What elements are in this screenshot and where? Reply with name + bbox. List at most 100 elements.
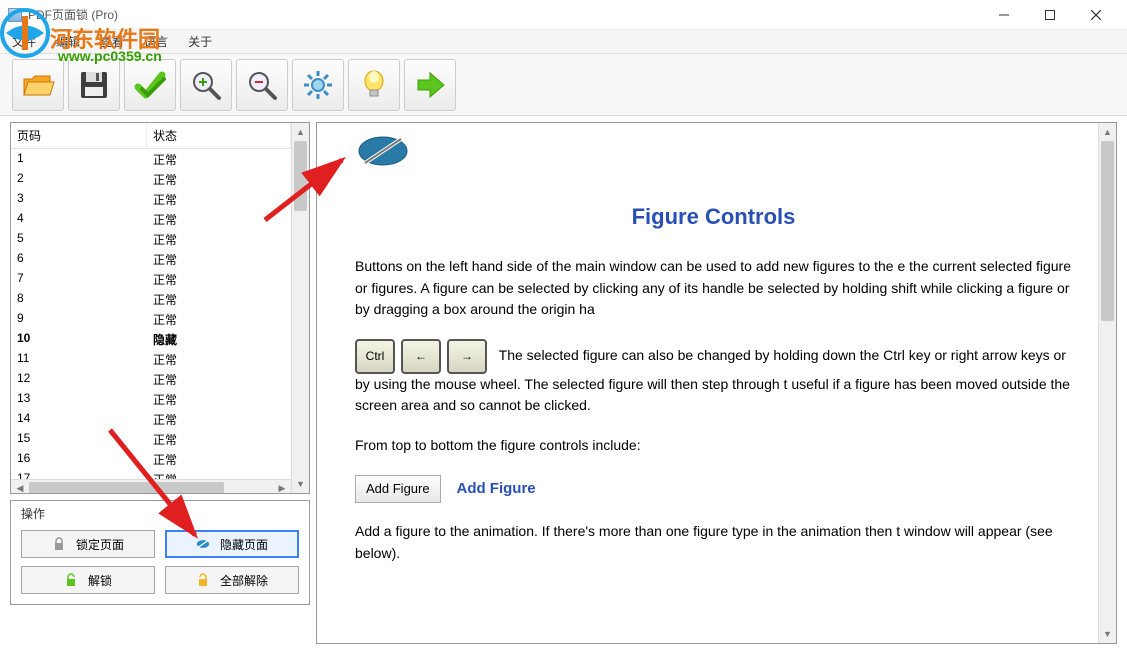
table-row[interactable]: 4正常 bbox=[11, 209, 291, 229]
close-button[interactable] bbox=[1073, 0, 1119, 30]
operations-title: 操作 bbox=[21, 505, 299, 522]
cell-page: 14 bbox=[11, 409, 147, 429]
left-arrow-key-icon: ← bbox=[401, 339, 441, 374]
hide-page-button[interactable]: 隐藏页面 bbox=[165, 530, 299, 558]
save-button[interactable] bbox=[68, 59, 120, 111]
hscroll-thumb[interactable] bbox=[29, 482, 224, 493]
apply-button[interactable] bbox=[124, 59, 176, 111]
cell-status: 正常 bbox=[147, 409, 291, 429]
table-row[interactable]: 10隐藏 bbox=[11, 329, 291, 349]
right-arrow-key-icon: → bbox=[447, 339, 487, 374]
horizontal-scrollbar[interactable]: ◀ ▶ bbox=[11, 479, 291, 493]
table-row[interactable]: 11正常 bbox=[11, 349, 291, 369]
content-para-1: Buttons on the left hand side of the mai… bbox=[355, 256, 1072, 321]
zoom-in-button[interactable] bbox=[180, 59, 232, 111]
unlock-label: 解锁 bbox=[88, 572, 112, 589]
menu-edit[interactable]: 编辑 bbox=[56, 33, 80, 50]
table-row[interactable]: 15正常 bbox=[11, 429, 291, 449]
cell-status: 正常 bbox=[147, 429, 291, 449]
document-content[interactable]: Figure Controls Buttons on the left hand… bbox=[317, 123, 1098, 643]
toolbar bbox=[0, 54, 1127, 116]
cell-status: 正常 bbox=[147, 209, 291, 229]
title-bar: PDF页面锁 (Pro) bbox=[0, 0, 1127, 30]
vscroll-thumb[interactable] bbox=[294, 141, 307, 211]
cell-page: 12 bbox=[11, 369, 147, 389]
page-list-panel: 页码 状态 1正常2正常3正常4正常5正常6正常7正常8正常9正常10隐藏11正… bbox=[10, 122, 310, 494]
cell-page: 2 bbox=[11, 169, 147, 189]
cell-status: 正常 bbox=[147, 389, 291, 409]
table-row[interactable]: 9正常 bbox=[11, 309, 291, 329]
eye-slash-icon bbox=[196, 537, 210, 551]
preview-scroll-up-icon[interactable]: ▲ bbox=[1099, 123, 1116, 141]
scroll-right-icon[interactable]: ▶ bbox=[273, 480, 291, 493]
page-list-body[interactable]: 1正常2正常3正常4正常5正常6正常7正常8正常9正常10隐藏11正常12正常1… bbox=[11, 149, 291, 479]
unlock-icon bbox=[64, 573, 78, 587]
open-file-button[interactable] bbox=[12, 59, 64, 111]
content-heading: Figure Controls bbox=[355, 204, 1072, 230]
table-row[interactable]: 7正常 bbox=[11, 269, 291, 289]
preview-vscroll-thumb[interactable] bbox=[1101, 141, 1114, 321]
lock-icon bbox=[52, 537, 66, 551]
table-row[interactable]: 14正常 bbox=[11, 409, 291, 429]
preview-scroll-down-icon[interactable]: ▼ bbox=[1099, 625, 1116, 643]
add-figure-inline-button[interactable]: Add Figure bbox=[355, 475, 441, 503]
hide-page-label: 隐藏页面 bbox=[220, 536, 268, 553]
table-row[interactable]: 5正常 bbox=[11, 229, 291, 249]
menu-file[interactable]: 文件 bbox=[12, 33, 36, 50]
cell-status: 隐藏 bbox=[147, 329, 291, 349]
maximize-button[interactable] bbox=[1027, 0, 1073, 30]
cell-page: 3 bbox=[11, 189, 147, 209]
cell-status: 正常 bbox=[147, 189, 291, 209]
scroll-down-icon[interactable]: ▼ bbox=[292, 475, 309, 493]
add-figure-title: Add Figure bbox=[456, 480, 535, 497]
table-row[interactable]: 3正常 bbox=[11, 189, 291, 209]
table-row[interactable]: 6正常 bbox=[11, 249, 291, 269]
column-header-status[interactable]: 状态 bbox=[147, 123, 291, 148]
content-add-figure-row: Add Figure Add Figure bbox=[355, 475, 1072, 503]
cell-page: 4 bbox=[11, 209, 147, 229]
clear-all-button[interactable]: 全部解除 bbox=[165, 566, 299, 594]
table-row[interactable]: 8正常 bbox=[11, 289, 291, 309]
cell-status: 正常 bbox=[147, 469, 291, 479]
preview-panel: Figure Controls Buttons on the left hand… bbox=[316, 122, 1117, 644]
operations-panel: 操作 锁定页面 隐藏页面 解锁 全部解除 bbox=[10, 500, 310, 605]
content-para-4: Add a figure to the animation. If there'… bbox=[355, 521, 1072, 564]
app-icon bbox=[8, 8, 22, 22]
cell-status: 正常 bbox=[147, 249, 291, 269]
cell-status: 正常 bbox=[147, 229, 291, 249]
menu-language[interactable]: 语言 bbox=[144, 33, 168, 50]
table-row[interactable]: 16正常 bbox=[11, 449, 291, 469]
zoom-out-button[interactable] bbox=[236, 59, 288, 111]
vertical-scrollbar[interactable]: ▲ ▼ bbox=[291, 123, 309, 493]
cell-page: 10 bbox=[11, 329, 147, 349]
table-row[interactable]: 1正常 bbox=[11, 149, 291, 169]
preview-vertical-scrollbar[interactable]: ▲ ▼ bbox=[1098, 123, 1116, 643]
cell-page: 13 bbox=[11, 389, 147, 409]
content-para-2: Ctrl ← → The selected figure can also be… bbox=[355, 339, 1072, 417]
minimize-button[interactable] bbox=[981, 0, 1027, 30]
menu-view[interactable]: 查看 bbox=[100, 33, 124, 50]
scroll-left-icon[interactable]: ◀ bbox=[11, 480, 29, 493]
menu-about[interactable]: 关于 bbox=[188, 33, 212, 50]
table-row[interactable]: 2正常 bbox=[11, 169, 291, 189]
cell-status: 正常 bbox=[147, 149, 291, 169]
cell-status: 正常 bbox=[147, 169, 291, 189]
cell-page: 1 bbox=[11, 149, 147, 169]
cell-page: 8 bbox=[11, 289, 147, 309]
unlock-button[interactable]: 解锁 bbox=[21, 566, 155, 594]
cell-page: 6 bbox=[11, 249, 147, 269]
cell-status: 正常 bbox=[147, 369, 291, 389]
settings-button[interactable] bbox=[292, 59, 344, 111]
lock-page-button[interactable]: 锁定页面 bbox=[21, 530, 155, 558]
cell-page: 9 bbox=[11, 309, 147, 329]
next-button[interactable] bbox=[404, 59, 456, 111]
table-row[interactable]: 17正常 bbox=[11, 469, 291, 479]
cell-page: 5 bbox=[11, 229, 147, 249]
column-header-page[interactable]: 页码 bbox=[11, 123, 147, 148]
table-row[interactable]: 12正常 bbox=[11, 369, 291, 389]
scroll-up-icon[interactable]: ▲ bbox=[292, 123, 309, 141]
cell-status: 正常 bbox=[147, 349, 291, 369]
tips-button[interactable] bbox=[348, 59, 400, 111]
cell-page: 7 bbox=[11, 269, 147, 289]
table-row[interactable]: 13正常 bbox=[11, 389, 291, 409]
